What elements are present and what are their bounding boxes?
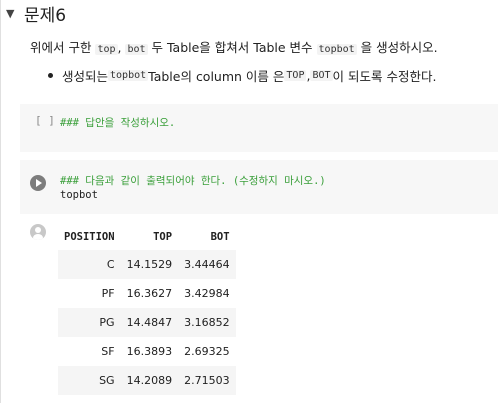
table-cell: 16.3627	[126, 287, 173, 300]
text: Table의 column 이름 은	[148, 69, 285, 84]
text: 위에서 구한	[30, 40, 96, 55]
table-cell: SG	[58, 366, 121, 395]
play-circle-icon[interactable]	[30, 175, 46, 191]
instruction-bullet: 생성되는 topbot Table의 column 이름 은 TOP, BOT …	[48, 66, 436, 85]
text: 이 되도록 수정한다.	[332, 69, 437, 84]
table-cell: C	[58, 250, 121, 279]
table-header-row: POSITION TOP BOT	[58, 224, 236, 250]
section-title: 문제6	[24, 5, 67, 26]
code-comment[interactable]: ### 다음과 같이 출력되어야 한다. (수정하지 마시오.)	[60, 173, 326, 188]
text: 두 Table을 합쳐서 Table 변수	[147, 40, 317, 55]
text: 을 생성하시오.	[356, 40, 438, 55]
table-cell: 14.1529	[120, 250, 179, 279]
inline-code: topbot	[316, 44, 357, 55]
table-row: SG 14.2089 2.71503	[58, 366, 236, 395]
inline-code: top	[95, 44, 118, 55]
inline-code: TOP	[284, 70, 307, 81]
table-cell: 14.2089	[120, 366, 179, 395]
table-cell: 3.44464	[178, 250, 236, 279]
inline-code: BOT	[310, 70, 333, 81]
inline-code: topbot	[108, 70, 149, 81]
code-cell-output[interactable]: ### 다음과 같이 출력되어야 한다. (수정하지 마시오.) topbot	[20, 160, 498, 214]
table-cell: 14.4847	[120, 308, 179, 337]
table-row: PG 14.4847 3.16852	[58, 308, 236, 337]
execution-count: [ ]	[35, 114, 55, 127]
code-comment[interactable]: ### 답안을 작성하시오.	[60, 115, 175, 130]
table-cell: 3.42984	[184, 287, 230, 300]
section-heading[interactable]: ▼ 문제6	[6, 1, 67, 26]
column-header: POSITION	[64, 231, 115, 243]
table-cell: 3.16852	[178, 308, 236, 337]
output-table: POSITION TOP BOT C 14.1529 3.44464 PF 16…	[58, 224, 236, 395]
text: 생성되는	[62, 69, 109, 84]
code-cell-answer[interactable]: [ ] ### 답안을 작성하시오.	[20, 104, 498, 152]
table-row: C 14.1529 3.44464	[58, 250, 236, 279]
table-cell: 2.69325	[184, 345, 230, 358]
table-cell: 2.71503	[178, 366, 236, 395]
column-header: TOP	[153, 231, 173, 243]
inline-code: bot	[125, 44, 148, 55]
table-row: SF 16.3893 2.69325	[58, 337, 236, 366]
table-row: PF 16.3627 3.42984	[58, 279, 236, 308]
table-cell: 16.3893	[126, 345, 173, 358]
code-line[interactable]: topbot	[60, 189, 98, 201]
bullet-dot	[48, 73, 53, 78]
caret-down-icon[interactable]: ▼	[6, 7, 20, 20]
cell-focus-line	[0, 0, 1, 403]
column-header: BOT	[210, 231, 230, 243]
instruction-text: 위에서 구한 top, bot 두 Table을 합쳐서 Table 변수 to…	[30, 37, 438, 56]
table-cell: SF	[101, 345, 115, 358]
table-cell: PF	[101, 287, 115, 300]
user-avatar-icon	[30, 224, 46, 240]
table-cell: PG	[58, 308, 121, 337]
